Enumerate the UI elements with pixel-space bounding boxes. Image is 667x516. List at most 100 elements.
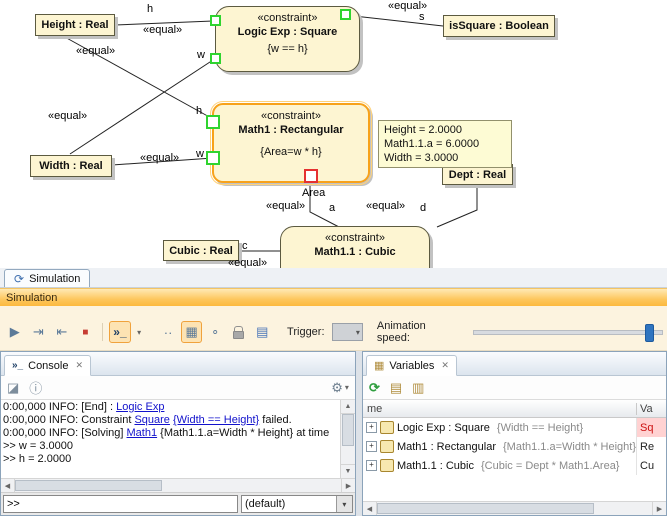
simulation-header: Simulation	[0, 288, 667, 306]
vertical-scrollbar[interactable]: ▲ ▼	[340, 400, 355, 478]
chevron-down-icon[interactable]: ▾	[345, 383, 349, 392]
clear-console-button[interactable]: ◪	[7, 380, 19, 396]
part-issquare[interactable]: isSquare : Boolean	[443, 15, 555, 37]
tab-simulation[interactable]: ⟳ Simulation	[4, 269, 90, 287]
scroll-up-icon[interactable]: ▲	[341, 400, 355, 414]
variable-name-cell[interactable]: + Math1.1 : Cubic {Cubic = Dept * Math1.…	[363, 456, 636, 475]
step-into-button[interactable]: ⇥	[28, 321, 50, 343]
edge-label: «equal»	[140, 152, 179, 164]
expand-icon[interactable]: +	[366, 422, 377, 433]
scrollbar-thumb[interactable]	[342, 414, 354, 446]
edge-label: «equal»	[266, 200, 305, 212]
constraint-math1-1[interactable]: «constraint» Math1.1 : Cubic	[280, 226, 430, 268]
columns-button[interactable]: ▤	[390, 380, 402, 396]
console-input[interactable]	[3, 495, 238, 513]
animation-toggle-button[interactable]: ▦	[181, 321, 203, 343]
variable-value-cell[interactable]: Sq	[636, 418, 666, 437]
element-link[interactable]: {Width == Height}	[173, 414, 259, 426]
port[interactable]	[206, 115, 220, 129]
port[interactable]	[206, 151, 220, 165]
export-button[interactable]: ▥	[412, 380, 424, 396]
column-name[interactable]: me	[363, 403, 636, 415]
chevron-down-icon[interactable]: ▾	[336, 496, 352, 512]
variables-column-header[interactable]: me Va	[363, 400, 666, 418]
record-option-button[interactable]: ∘	[204, 321, 226, 343]
expand-icon[interactable]: +	[366, 441, 377, 452]
column-value[interactable]: Va	[636, 403, 666, 415]
close-icon[interactable]: ✕	[75, 360, 83, 371]
console-output[interactable]: 0:00,000 INFO: [End] : Logic Exp 0:00,00…	[1, 400, 355, 478]
variable-name: Logic Exp : Square	[397, 422, 490, 434]
log-text: {Math1.1.a=Width * Height} at time	[157, 427, 329, 439]
variables-tree[interactable]: + Logic Exp : Square {Width == Height} S…	[363, 418, 666, 501]
table-row[interactable]: + Math1.1 : Cubic {Cubic = Dept * Math1.…	[363, 456, 666, 475]
horizontal-scrollbar[interactable]: ◀ ▶	[1, 478, 355, 492]
constraint-logic-exp[interactable]: «constraint» Logic Exp : Square {w == h}	[215, 6, 360, 72]
gear-icon[interactable]: ⚙	[331, 380, 343, 396]
terminate-button[interactable]: ■	[75, 321, 97, 343]
scroll-down-icon[interactable]: ▼	[341, 464, 355, 478]
console-options-chevron-icon[interactable]: ▾	[133, 321, 146, 343]
magicdraw-simulation-screen: Height : Real isSquare : Boolean Width :…	[0, 0, 667, 516]
variable-value: Sq	[640, 422, 653, 434]
horizontal-scrollbar[interactable]: ◀ ▶	[363, 501, 666, 515]
part-label: isSquare : Boolean	[449, 20, 549, 32]
variable-value: Cu	[640, 460, 654, 472]
edge-label: c	[242, 240, 248, 252]
animation-speed-slider[interactable]	[473, 322, 663, 342]
step-over-button[interactable]: ⇤	[51, 321, 73, 343]
variables-tabbar: ▦ Variables ✕	[363, 352, 666, 376]
variable-expression: {Width == Height}	[497, 422, 583, 434]
info-icon[interactable]: ⓘ	[29, 378, 42, 397]
refresh-button[interactable]: ⟳	[369, 380, 380, 396]
expand-icon[interactable]: +	[366, 460, 377, 471]
parametric-diagram-canvas[interactable]: Height : Real isSquare : Boolean Width :…	[0, 0, 667, 268]
tab-label: Console	[28, 360, 68, 372]
constraint-expression: {w == h}	[216, 43, 359, 55]
variable-name: Math1 : Rectangular	[397, 441, 496, 453]
scroll-right-icon[interactable]: ▶	[341, 479, 355, 492]
port[interactable]	[210, 15, 221, 26]
console-log-line: 0:00,000 INFO: [End] : Logic Exp	[3, 401, 339, 414]
close-icon[interactable]: ✕	[441, 360, 449, 371]
scrollbar-thumb[interactable]	[15, 480, 162, 491]
scroll-left-icon[interactable]: ◀	[363, 502, 377, 515]
table-row[interactable]: + Logic Exp : Square {Width == Height} S…	[363, 418, 666, 437]
element-link[interactable]: Square	[134, 414, 169, 426]
part-width[interactable]: Width : Real	[30, 155, 112, 177]
trigger-dropdown[interactable]: ▾	[332, 323, 363, 341]
scroll-right-icon[interactable]: ▶	[652, 502, 666, 515]
tab-console[interactable]: »_ Console ✕	[4, 355, 91, 376]
variable-name-cell[interactable]: + Logic Exp : Square {Width == Height}	[363, 418, 636, 437]
variable-value-cell[interactable]: Cu	[636, 456, 666, 475]
part-height[interactable]: Height : Real	[35, 14, 115, 36]
tab-variables[interactable]: ▦ Variables ✕	[366, 355, 457, 376]
console-toolbar: ◪ ⓘ ⚙ ▾	[1, 376, 355, 400]
edge-label: «equal»	[228, 257, 267, 268]
slider-track[interactable]	[473, 330, 663, 335]
context-dropdown[interactable]: (default) ▾	[241, 495, 353, 513]
element-link[interactable]: Math1	[127, 427, 158, 439]
table-row[interactable]: + Math1 : Rectangular {Math1.1.a=Width *…	[363, 437, 666, 456]
element-link[interactable]: Logic Exp	[116, 401, 164, 413]
image-shapes-button[interactable]: ▤	[251, 321, 273, 343]
constraint-element-icon	[380, 459, 394, 472]
simulation-header-title: Simulation	[6, 292, 57, 304]
slider-thumb[interactable]	[645, 324, 654, 342]
log-text: failed.	[259, 414, 291, 426]
console-log-line: 0:00,000 INFO: [Solving] Math1 {Math1.1.…	[3, 427, 339, 440]
port[interactable]	[340, 9, 351, 20]
constraint-math1[interactable]: «constraint» Math1 : Rectangular {Area=w…	[212, 103, 370, 183]
run-button[interactable]: ▶	[4, 321, 26, 343]
console-toggle-button[interactable]: »_	[109, 321, 131, 343]
variable-name-cell[interactable]: + Math1 : Rectangular {Math1.1.a=Width *…	[363, 437, 636, 456]
scroll-left-icon[interactable]: ◀	[1, 479, 15, 492]
variable-value-cell[interactable]: Re	[636, 437, 666, 456]
context-dropdown-value: (default)	[242, 498, 336, 510]
port[interactable]	[210, 53, 221, 64]
port[interactable]	[304, 169, 318, 183]
breakpoints-button[interactable]: ··	[157, 321, 179, 343]
scrollbar-thumb[interactable]	[377, 503, 594, 514]
lock-button[interactable]	[228, 321, 250, 343]
console-tabbar: »_ Console ✕	[1, 352, 355, 376]
